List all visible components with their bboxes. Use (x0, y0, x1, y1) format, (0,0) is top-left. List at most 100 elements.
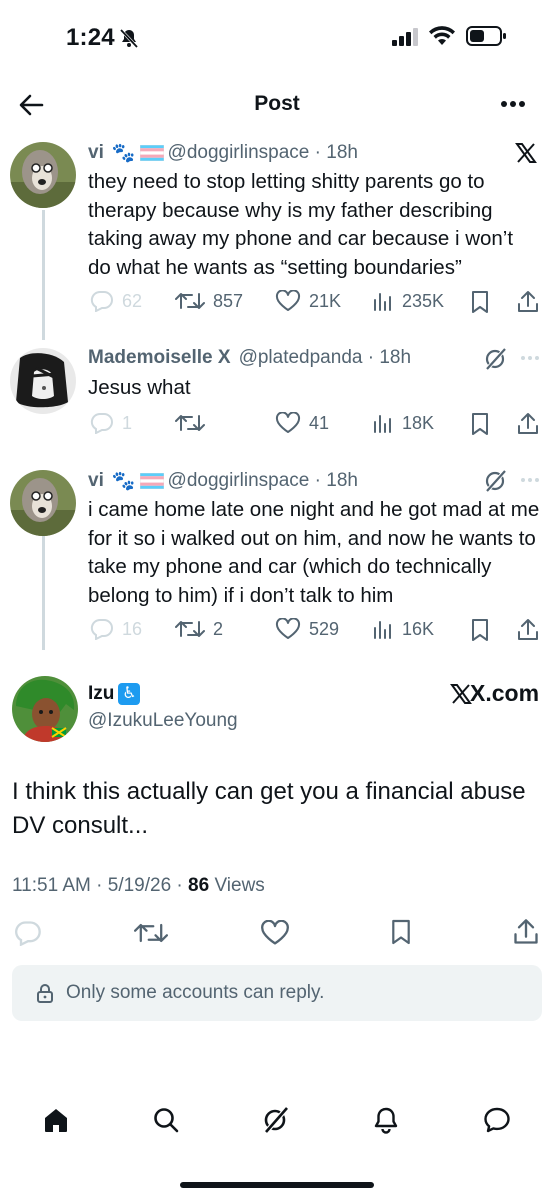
post-timestamp: 11:51 AM · 5/19/26 · 86 Views (12, 875, 265, 897)
paw-emoji: 🐾 (111, 143, 136, 164)
reply-button[interactable]: 1 (90, 412, 132, 434)
tweet-text: Jesus what (88, 376, 191, 399)
more-options-button[interactable] (500, 100, 526, 108)
views-label: Views (214, 875, 265, 896)
share-icon (514, 919, 538, 944)
retweet-button[interactable] (134, 920, 168, 946)
author-name[interactable]: vi (88, 142, 104, 164)
bookmark-icon (472, 619, 488, 641)
page-title: Post (254, 92, 300, 115)
bookmark-icon (392, 919, 410, 945)
thread-line (42, 210, 45, 340)
grok-button[interactable] (484, 469, 508, 493)
like-button[interactable] (260, 920, 290, 946)
author-handle[interactable]: @doggirlinspace (168, 142, 310, 164)
grok-button[interactable] (484, 347, 508, 371)
retweet-button[interactable] (175, 412, 213, 434)
avatar[interactable] (10, 142, 76, 208)
avatar[interactable] (10, 470, 76, 536)
tweet-text: they need to stop letting shitty parents… (88, 170, 514, 279)
bookmark-button[interactable] (470, 290, 490, 314)
bookmark-button[interactable] (470, 412, 490, 436)
dot-separator: · (309, 470, 327, 491)
retweet-icon (134, 923, 168, 943)
more-options-button[interactable] (520, 355, 540, 361)
avatar[interactable] (10, 348, 76, 414)
home-indicator (180, 1182, 374, 1188)
dot-separator: · (309, 142, 327, 163)
home-icon (45, 1109, 67, 1132)
tweet-text: i came home late one night and he got ma… (88, 498, 540, 607)
bookmark-icon (472, 291, 488, 313)
retweet-icon (175, 293, 205, 309)
author-name[interactable]: vi (88, 470, 104, 492)
share-button[interactable] (516, 412, 540, 436)
nav-home[interactable] (42, 1106, 70, 1134)
share-button[interactable] (516, 290, 540, 314)
reply-button[interactable]: 62 (90, 290, 142, 312)
x-com-watermark: X.com (450, 680, 539, 707)
reply-icon (90, 290, 113, 312)
thread-line (42, 520, 45, 650)
author-handle[interactable]: @IzukuLeeYoung (88, 710, 238, 732)
bookmark-button[interactable] (390, 918, 412, 946)
like-count: 41 (309, 412, 330, 433)
x-logo-icon (450, 683, 472, 704)
reply-button[interactable] (14, 920, 42, 946)
bookmark-icon (472, 413, 488, 435)
views-count: 18K (402, 412, 435, 433)
paw-emoji: 🐾 (111, 471, 136, 492)
post-time: 18h (326, 142, 358, 163)
grok-icon (264, 1106, 289, 1134)
nav-notifications[interactable] (372, 1106, 400, 1134)
retweet-button[interactable]: 857 (175, 290, 243, 312)
post-text: I think this actually can get you a fina… (12, 778, 526, 839)
reply-notice-text: Only some accounts can reply. (66, 982, 325, 1003)
wifi-icon (428, 25, 456, 47)
post-time: 18h (326, 470, 358, 491)
battery-icon (466, 25, 508, 47)
reply-count: 62 (122, 290, 143, 311)
author-handle[interactable]: @platedpanda (239, 347, 363, 369)
views-button[interactable]: 235K (372, 290, 444, 312)
chat-bubble-icon (484, 1107, 510, 1133)
reply-count: 1 (122, 412, 133, 433)
ellipsis-icon (521, 356, 539, 360)
like-button[interactable]: 529 (275, 618, 339, 640)
author-name[interactable]: Mademoiselle X (88, 347, 231, 369)
x-logo-icon (515, 142, 537, 164)
views-chart-icon (374, 415, 391, 433)
views-button[interactable]: 16K (372, 618, 434, 640)
avatar[interactable] (12, 676, 78, 742)
share-button[interactable] (512, 918, 540, 946)
more-options-button[interactable] (520, 477, 540, 483)
trans-flag-emoji (139, 145, 164, 161)
reply-button[interactable]: 16 (90, 618, 142, 640)
cell-signal-icon (392, 28, 420, 46)
heart-icon (261, 920, 289, 945)
share-button[interactable] (516, 618, 540, 642)
nav-messages[interactable] (482, 1106, 512, 1134)
silent-bell-icon (118, 27, 140, 49)
like-count: 21K (309, 290, 342, 311)
reply-icon (90, 412, 113, 434)
nav-grok[interactable] (262, 1106, 290, 1134)
ellipsis-icon (501, 101, 525, 107)
nav-search[interactable] (152, 1106, 180, 1134)
retweet-count: 857 (213, 290, 244, 311)
ellipsis-icon (521, 478, 539, 482)
heart-icon (275, 412, 301, 433)
views-chart-icon (374, 621, 391, 639)
views-button[interactable]: 18K (372, 412, 434, 434)
like-button[interactable]: 41 (275, 412, 329, 434)
views-count: 16K (402, 618, 435, 639)
like-button[interactable]: 21K (275, 290, 341, 312)
timestamp-text: 11:51 AM · 5/19/26 · (12, 875, 183, 896)
author-handle[interactable]: @doggirlinspace (168, 470, 310, 492)
accessibility-badge-icon: ♿ (118, 683, 141, 705)
retweet-button[interactable]: 2 (175, 618, 223, 640)
views-chart-icon (374, 293, 391, 311)
share-icon (518, 413, 538, 434)
bookmark-button[interactable] (470, 618, 490, 642)
author-name[interactable]: Izu (88, 683, 114, 705)
